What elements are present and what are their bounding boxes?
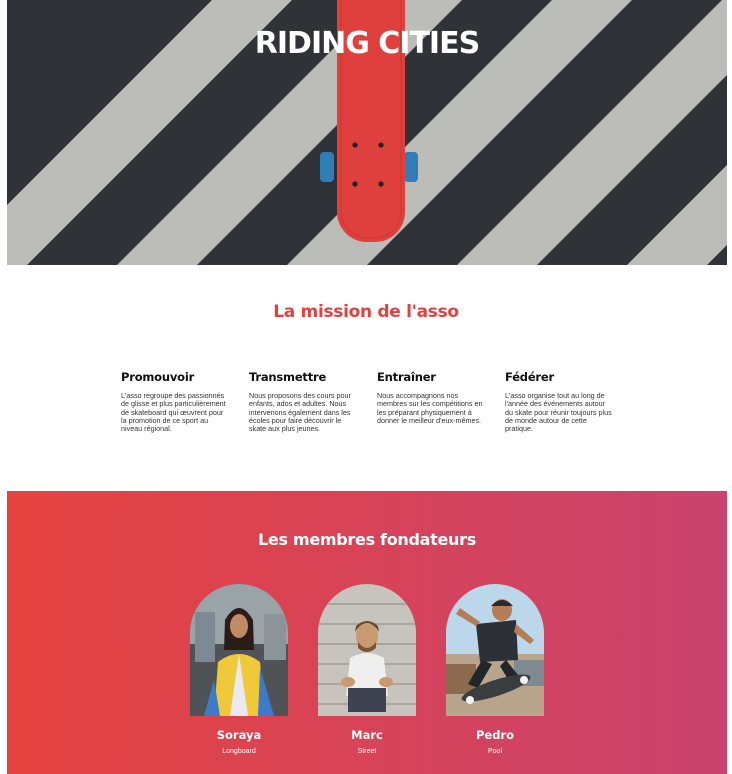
founders-section: Les membres fondateurs Soraya Longboard — [7, 491, 727, 774]
member-role: Street — [357, 748, 377, 755]
member-role: Pool — [487, 748, 502, 755]
pillar-promouvoir: Promouvoir L'asso regroupe des passionné… — [121, 370, 229, 433]
founders-title: Les membres fondateurs — [258, 530, 476, 549]
pillar-title: Transmettre — [249, 370, 327, 384]
hero-banner: RIDING CITIES — [7, 0, 727, 265]
pillar-title: Entraîner — [377, 370, 436, 384]
member-role: Longboard — [222, 748, 256, 755]
member-card-pedro: Pedro Pool — [446, 584, 544, 755]
member-card-soraya: Soraya Longboard — [190, 584, 288, 755]
member-name: Pedro — [475, 728, 515, 742]
member-photo — [446, 584, 544, 716]
pillar-title: Fédérer — [505, 370, 554, 384]
pillar-entrainer: Entraîner Nous accompagnons nos membres … — [377, 370, 485, 425]
pillar-text: L'asso regroupe des passionnés de glisse… — [121, 391, 226, 434]
hero-title: RIDING CITIES — [254, 26, 480, 61]
member-photo — [318, 584, 416, 716]
mission-title: La mission de l'asso — [273, 302, 459, 322]
member-photo — [190, 584, 288, 716]
pillar-transmettre: Transmettre Nous proposons des cours pou… — [249, 370, 357, 433]
pillar-text: Nous proposons des cours pour enfants, a… — [249, 391, 351, 434]
mission-pillars: Promouvoir L'asso regroupe des passionné… — [121, 370, 621, 460]
pillar-federer: Fédérer L'asso organise tout au long de … — [505, 370, 613, 433]
member-name: Marc — [351, 728, 383, 742]
pillar-title: Promouvoir — [121, 370, 195, 384]
member-name: Soraya — [216, 728, 262, 742]
member-card-marc: Marc Street — [318, 584, 416, 755]
pillar-text: Nous accompagnons nos membres sur les co… — [377, 391, 483, 425]
pillar-text: L'asso organise tout au long de l'année … — [505, 391, 612, 434]
